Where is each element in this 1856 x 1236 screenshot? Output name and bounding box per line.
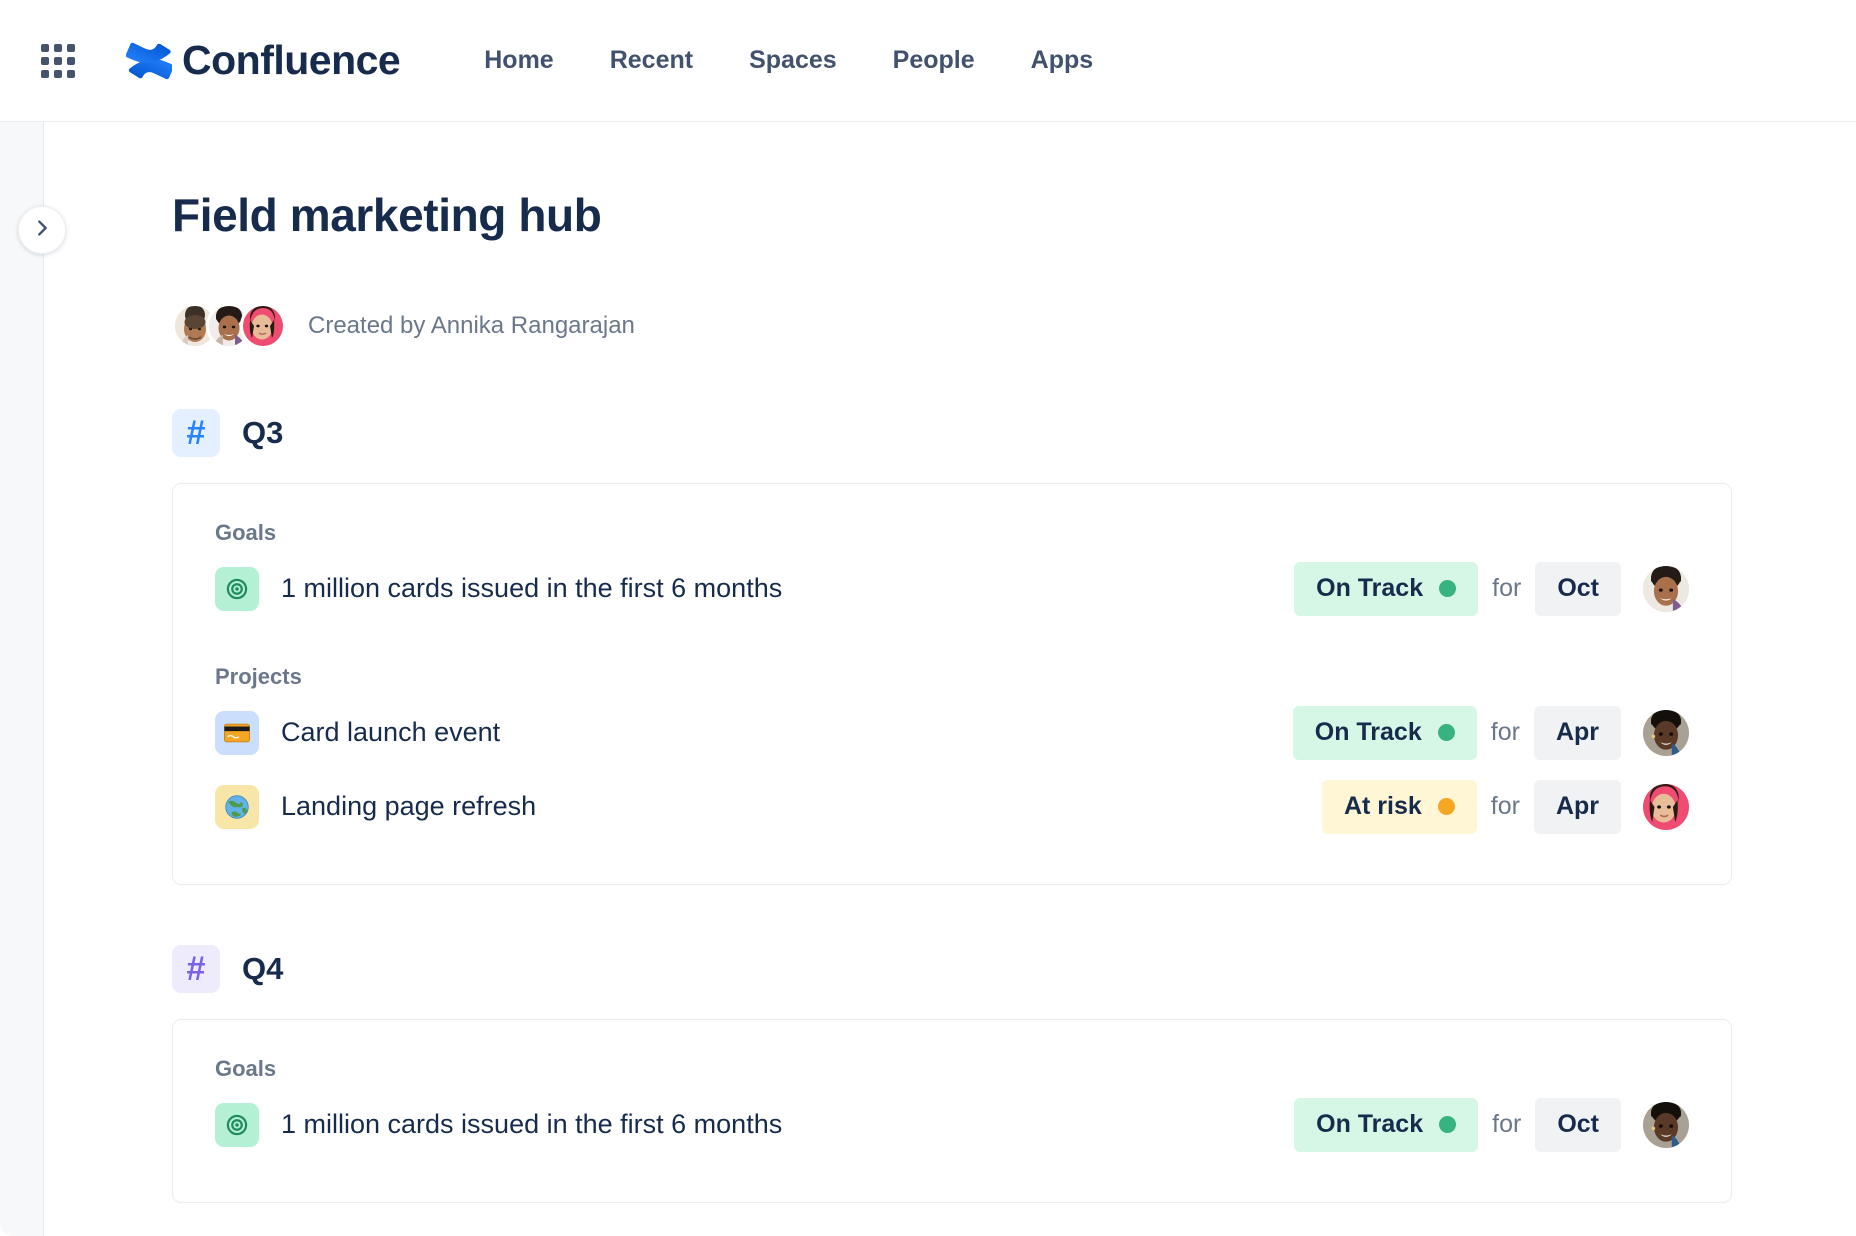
project-row[interactable]: Card launch event On Track for Apr [215,696,1689,770]
status-badge[interactable]: At risk [1322,780,1477,834]
group-label-goals: Goals [215,520,1689,546]
date-badge[interactable]: Oct [1535,562,1621,616]
row-meta: On Track for Oct [1294,562,1689,616]
status-dot-icon [1439,580,1456,597]
for-label: for [1492,1110,1521,1139]
date-badge[interactable]: Apr [1534,780,1621,834]
confluence-logo-icon [126,38,172,84]
target-goal-icon [215,567,259,611]
nav-item-recent[interactable]: Recent [582,36,721,85]
grid-apps-icon[interactable] [38,41,78,81]
confluence-page: Confluence Home Recent Spaces People App… [0,0,1856,1236]
confluence-brand-link[interactable]: Confluence [126,37,400,84]
goal-title[interactable]: 1 million cards issued in the first 6 mo… [281,1109,782,1140]
status-dot-icon [1439,1116,1456,1133]
owner-avatar[interactable] [1643,566,1689,612]
date-badge[interactable]: Apr [1534,706,1621,760]
project-title[interactable]: Landing page refresh [281,791,536,822]
status-badge[interactable]: On Track [1294,1098,1478,1152]
primary-nav: Home Recent Spaces People Apps [456,36,1121,85]
goal-row[interactable]: 1 million cards issued in the first 6 mo… [215,552,1689,626]
for-label: for [1491,718,1520,747]
status-badge[interactable]: On Track [1293,706,1477,760]
quarter-section-q4: # Q4 Goals 1 million cards iss [172,945,1856,1203]
for-label: for [1492,574,1521,603]
chevron-right-icon [31,217,53,244]
target-goal-icon [215,1103,259,1147]
page-title: Field marketing hub [172,190,1856,241]
goal-title[interactable]: 1 million cards issued in the first 6 mo… [281,573,782,604]
contributor-avatar-3[interactable] [240,303,286,349]
owner-avatar[interactable] [1643,1102,1689,1148]
status-dot-icon [1438,724,1455,741]
byline-text: Created by Annika Rangarajan [308,312,635,340]
credit-card-icon [215,711,259,755]
brand-name: Confluence [182,37,400,84]
owner-avatar[interactable] [1643,710,1689,756]
nav-item-spaces[interactable]: Spaces [721,36,865,85]
nav-item-people[interactable]: People [865,36,1003,85]
group-label-goals: Goals [215,1056,1689,1082]
byline: Created by Annika Rangarajan [172,303,1856,349]
globe-earth-icon [215,785,259,829]
status-dot-icon [1438,798,1455,815]
status-label: On Track [1315,718,1422,747]
expand-sidebar-button[interactable] [18,206,66,254]
nav-item-apps[interactable]: Apps [1003,36,1122,85]
contributor-avatar-stack[interactable] [172,303,286,349]
status-label: On Track [1316,1110,1423,1139]
nav-item-home[interactable]: Home [456,36,581,85]
top-navigation-bar: Confluence Home Recent Spaces People App… [0,0,1856,122]
status-badge[interactable]: On Track [1294,562,1478,616]
collapsed-sidebar-rail [0,122,44,1236]
owner-avatar[interactable] [1643,784,1689,830]
project-row[interactable]: Landing page refresh At risk for Apr [215,770,1689,844]
quarter-card-q3: Goals 1 million cards issued in the firs… [172,483,1732,885]
row-meta: At risk for Apr [1322,780,1689,834]
date-badge[interactable]: Oct [1535,1098,1621,1152]
quarter-section-q3: # Q3 Goals 1 million cards is [172,409,1856,885]
hash-icon: # [172,945,220,993]
row-meta: On Track for Apr [1293,706,1689,760]
quarter-heading-q4: # Q4 [172,945,1856,993]
status-label: At risk [1344,792,1422,821]
quarter-label-q3: Q3 [242,415,283,451]
group-label-projects: Projects [215,664,1689,690]
quarter-label-q4: Q4 [242,951,283,987]
quarter-heading-q3: # Q3 [172,409,1856,457]
page-content: Field marketing hub [45,122,1856,1236]
quarter-card-q4: Goals 1 million cards issued in the firs… [172,1019,1732,1203]
status-label: On Track [1316,574,1423,603]
row-meta: On Track for Oct [1294,1098,1689,1152]
hash-icon: # [172,409,220,457]
for-label: for [1491,792,1520,821]
project-title[interactable]: Card launch event [281,717,500,748]
goal-row[interactable]: 1 million cards issued in the first 6 mo… [215,1088,1689,1162]
